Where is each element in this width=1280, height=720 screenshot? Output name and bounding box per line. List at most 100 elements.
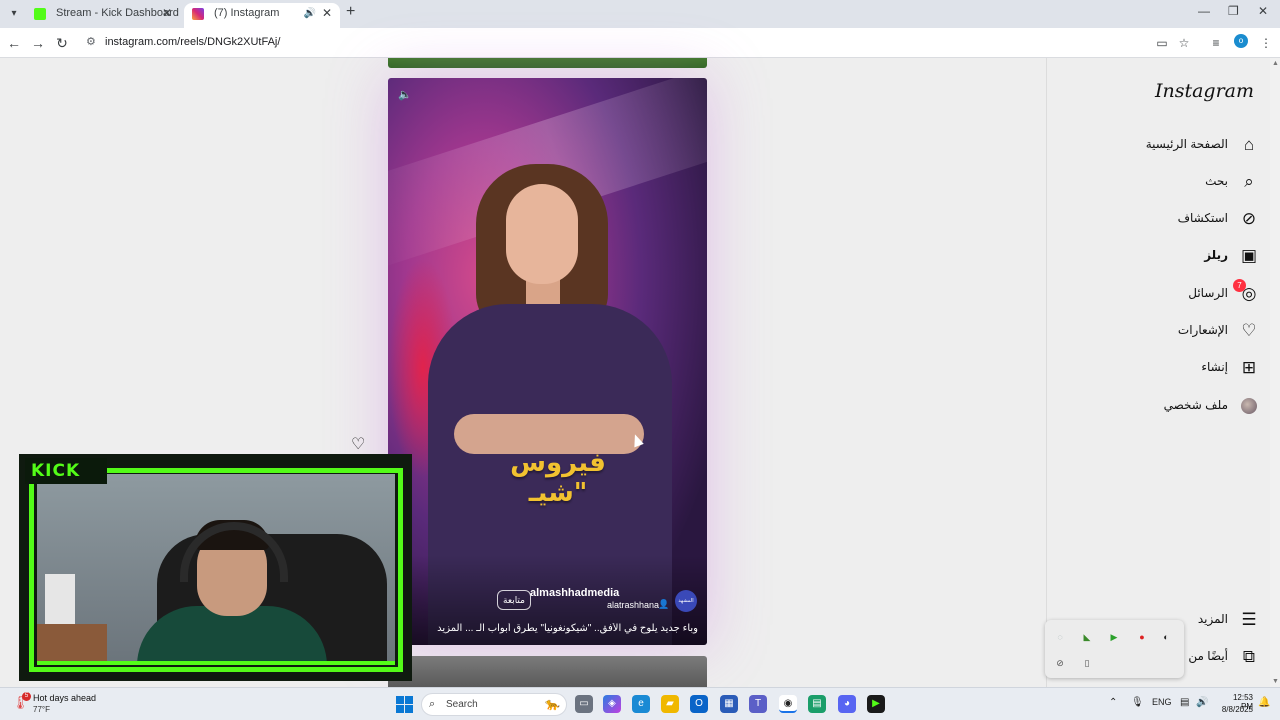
tab-instagram[interactable]: (7) Instagram 🔊 ✕ xyxy=(184,3,340,28)
microphone-tray-icon[interactable]: 🎙 xyxy=(1131,697,1144,708)
nvidia-icon[interactable]: ◣ xyxy=(1080,630,1094,644)
reel-caption[interactable]: وباء جديد يلوح في الأفق.. "شيكونغونيا" ي… xyxy=(398,623,698,634)
tab-audio-icon[interactable]: 🔊 xyxy=(304,3,316,24)
hamburger-menu-icon: ☰ xyxy=(1241,610,1257,629)
greenshot-app-icon[interactable]: ▤ xyxy=(808,695,826,713)
author-username[interactable]: almashhadmedia xyxy=(530,587,619,599)
bookmark-star-icon[interactable]: ☆ xyxy=(1176,35,1192,51)
follow-button[interactable]: متابعة xyxy=(497,590,531,610)
like-heart-icon[interactable]: ♡ xyxy=(351,434,365,454)
search-icon: ⌕ xyxy=(1244,172,1254,191)
recorder-control-panel: ◌ ◣ ▶ ● ◐ ⊘ ▯ xyxy=(1045,620,1184,678)
kick-favicon-icon xyxy=(34,8,46,20)
sidebar-item-notifications[interactable]: الإشعارات ♡ xyxy=(1120,316,1260,346)
weather-temperature[interactable]: 77°F xyxy=(33,705,50,714)
search-placeholder: Search xyxy=(446,699,478,710)
store-icon[interactable]: ▦ xyxy=(720,695,738,713)
scroll-up-icon[interactable]: ▲ xyxy=(1272,60,1279,67)
page-scrollbar[interactable]: ▲ ▼ xyxy=(1270,58,1280,687)
volume-icon[interactable]: 🔈 xyxy=(398,88,412,101)
scroll-down-icon[interactable]: ▼ xyxy=(1272,678,1279,685)
tab-search-dropdown-icon[interactable]: ▾ xyxy=(6,6,22,22)
address-bar[interactable]: ⚙ instagram.com/reels/DNGk2XUtFAj/ xyxy=(80,31,1200,55)
discord-icon[interactable]: ◕ xyxy=(838,695,856,713)
compass-icon: ⊘ xyxy=(1241,209,1257,228)
cast-icon[interactable]: ▭ xyxy=(1154,35,1170,51)
close-tab-icon[interactable]: ✕ xyxy=(162,3,172,24)
file-explorer-icon[interactable]: ▰ xyxy=(661,695,679,713)
sidebar-item-label: بحث xyxy=(1205,174,1228,188)
sidebar-item-label: استكشاف xyxy=(1177,211,1228,225)
profile-avatar xyxy=(1241,398,1257,414)
desk xyxy=(37,624,107,664)
media-controls-icon[interactable]: ≡ xyxy=(1208,35,1224,51)
browser-tab-strip: ▾ Stream - Kick Dashboard ✕ (7) Instagra… xyxy=(0,0,1280,28)
sidebar-item-home[interactable]: الصفحة الرئيسية ⌂ xyxy=(1120,130,1260,160)
sidebar-item-explore[interactable]: استكشاف ⊘ xyxy=(1120,204,1260,234)
browser-menu-icon[interactable]: ⋮ xyxy=(1258,35,1274,51)
collaborator-username[interactable]: alatrashhana xyxy=(607,600,659,610)
sidebar-item-messages[interactable]: الرسائل ◎ 7 xyxy=(1120,279,1260,309)
chrome-icon[interactable]: ◉ xyxy=(779,695,797,713)
windows-start-icon[interactable] xyxy=(396,696,413,713)
sidebar-item-search[interactable]: بحث ⌕ xyxy=(1120,167,1260,197)
reels-icon: ▣ xyxy=(1240,246,1258,265)
close-window-icon[interactable]: ✕ xyxy=(1258,4,1268,18)
tray-overflow-icon[interactable]: ⌃ xyxy=(1109,697,1117,708)
webcam-bottom-bar xyxy=(37,661,395,665)
next-reel-peek[interactable] xyxy=(388,656,707,687)
network-icon[interactable]: ▤ xyxy=(1180,697,1189,708)
reel-video[interactable]: 🔈 فيروس "شيـ المشهد almashhadmedia 👤 ala… xyxy=(388,78,707,645)
record-icon[interactable]: ● xyxy=(1135,630,1149,644)
previous-reel-peek[interactable] xyxy=(388,58,707,68)
microphone-icon[interactable]: ▯ xyxy=(1080,656,1094,670)
video-overlay-text: فيروس "شيـ xyxy=(510,448,606,508)
taskbar-search-box[interactable]: ⌕ Search 🐆 xyxy=(421,693,567,716)
copilot-icon[interactable]: ◈ xyxy=(603,695,621,713)
forward-button-icon[interactable]: → xyxy=(28,33,48,53)
outlook-icon[interactable]: O xyxy=(690,695,708,713)
task-view-icon[interactable]: ▭ xyxy=(575,695,593,713)
language-indicator[interactable]: ENG xyxy=(1152,697,1172,707)
search-highlight-icon: 🐆 xyxy=(545,697,560,711)
minimize-window-icon[interactable]: — xyxy=(1198,4,1210,18)
home-icon: ⌂ xyxy=(1243,135,1255,154)
webcam-feed xyxy=(37,474,395,664)
notifications-bell-icon[interactable]: 🔔 xyxy=(1258,697,1270,708)
weather-title[interactable]: Hot days ahead xyxy=(33,693,96,703)
tab-kick-dashboard[interactable]: Stream - Kick Dashboard ✕ xyxy=(26,3,180,28)
person-icon: 👤 xyxy=(658,599,670,609)
plus-square-icon: ⊞ xyxy=(1241,358,1257,377)
new-tab-button[interactable]: + xyxy=(346,3,355,21)
record-status-icon[interactable]: ◌ xyxy=(1053,630,1067,644)
sidebar-item-label: ريلز xyxy=(1204,248,1228,262)
sidebar-item-reels[interactable]: ريلز ▣ xyxy=(1120,241,1260,271)
taskbar-date[interactable]: 8/8/2025 xyxy=(1205,705,1253,714)
author-avatar[interactable]: المشهد xyxy=(675,590,697,612)
edge-icon[interactable]: e xyxy=(632,695,650,713)
back-button-icon[interactable]: ← xyxy=(4,33,24,53)
teams-icon[interactable]: T xyxy=(749,695,767,713)
heart-icon: ♡ xyxy=(1241,321,1257,340)
reload-button-icon[interactable]: ↻ xyxy=(52,33,72,53)
sidebar-item-label: أيضًا من xyxy=(1188,649,1228,663)
restore-window-icon[interactable]: ❐ xyxy=(1228,4,1239,18)
camera-off-icon[interactable]: ⊘ xyxy=(1053,656,1067,670)
instagram-logo[interactable]: Instagram xyxy=(1150,80,1254,102)
close-tab-icon[interactable]: ✕ xyxy=(322,3,332,24)
address-url: instagram.com/reels/DNGk2XUtFAj/ xyxy=(105,36,281,48)
site-info-icon[interactable]: ⚙ xyxy=(86,35,96,48)
sidebar-item-profile[interactable]: ملف شخصي xyxy=(1120,391,1260,421)
tab-label: (7) Instagram xyxy=(214,7,280,19)
webcam-overlay: KICK xyxy=(19,454,412,681)
play-icon[interactable]: ▶ xyxy=(1107,630,1121,644)
presenter-face xyxy=(506,184,578,284)
kick-logo: KICK xyxy=(25,458,107,484)
sidebar-item-label: الرسائل xyxy=(1188,286,1228,300)
sidebar-item-create[interactable]: إنشاء ⊞ xyxy=(1120,353,1260,383)
browser-profile-avatar[interactable]: o xyxy=(1234,34,1248,48)
recorder-app-icon[interactable]: ◐ xyxy=(1159,630,1173,644)
instagram-favicon-icon xyxy=(192,8,204,20)
kick-app-icon[interactable]: ▶ xyxy=(867,695,885,713)
sidebar-divider xyxy=(1046,58,1047,687)
